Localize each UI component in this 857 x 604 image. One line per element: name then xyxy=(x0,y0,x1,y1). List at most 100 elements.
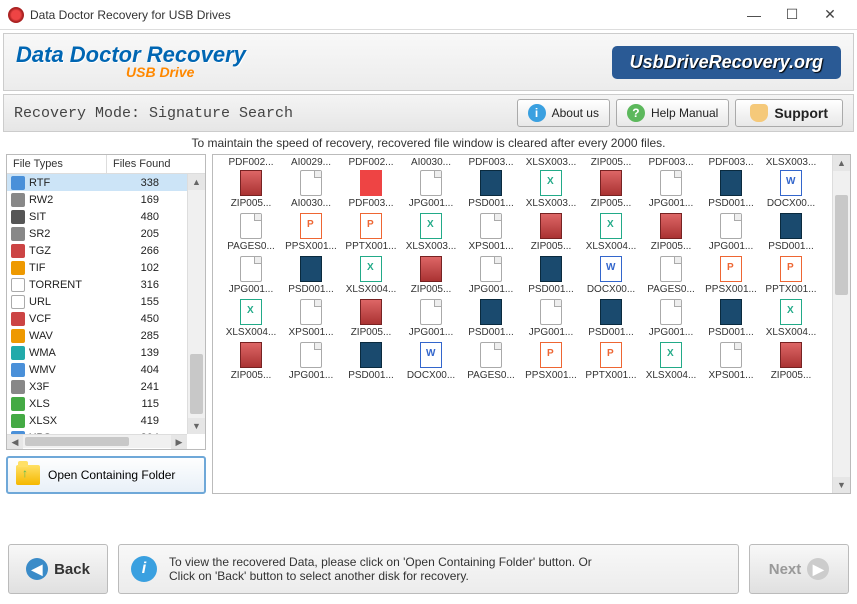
file-item[interactable]: ZIP005... xyxy=(581,170,641,209)
file-item[interactable]: PSD001... xyxy=(461,170,521,209)
file-type-row[interactable]: SIT480 xyxy=(7,208,187,225)
file-item[interactable]: PPTX001... xyxy=(581,342,641,381)
file-item[interactable]: PAGES0... xyxy=(461,342,521,381)
file-item[interactable]: PSD001... xyxy=(281,256,341,295)
file-item[interactable]: PPTX001... xyxy=(341,213,401,252)
file-item[interactable]: XPS001... xyxy=(701,342,761,381)
file-type-row[interactable]: X3F241 xyxy=(7,378,187,395)
file-item[interactable]: PPSX001... xyxy=(701,256,761,295)
file-type-row[interactable]: RW2169 xyxy=(7,191,187,208)
file-item[interactable]: ZIP005... xyxy=(221,342,281,381)
file-item[interactable]: JPG001... xyxy=(401,170,461,209)
file-label: PPSX001... xyxy=(521,370,581,381)
file-item[interactable]: ZIP005... xyxy=(401,256,461,295)
file-type-row[interactable]: XLSX419 xyxy=(7,412,187,429)
file-item[interactable]: DOCX00... xyxy=(401,342,461,381)
file-item[interactable]: PAGES0... xyxy=(221,213,281,252)
file-item[interactable]: JPG001... xyxy=(401,299,461,338)
file-type-row[interactable]: URL155 xyxy=(7,293,187,310)
support-button[interactable]: Support xyxy=(735,99,843,127)
file-item[interactable]: ZIP005... xyxy=(521,213,581,252)
file-item[interactable]: XLSX004... xyxy=(581,213,641,252)
file-item[interactable]: XPS001... xyxy=(281,299,341,338)
scroll-right-icon[interactable]: ▶ xyxy=(171,435,187,449)
file-item[interactable]: PSD001... xyxy=(521,256,581,295)
file-label: XLSX004... xyxy=(221,327,281,338)
file-item[interactable]: PAGES0... xyxy=(641,256,701,295)
file-item[interactable]: PPSX001... xyxy=(281,213,341,252)
scroll-left-icon[interactable]: ◀ xyxy=(7,435,23,449)
file-item[interactable]: XLSX003... xyxy=(401,213,461,252)
scroll-thumb[interactable] xyxy=(190,354,203,414)
about-button[interactable]: i About us xyxy=(517,99,610,127)
file-item[interactable]: ZIP005... xyxy=(761,342,821,381)
scroll-up-icon[interactable]: ▲ xyxy=(188,174,205,190)
file-item[interactable]: JPG001... xyxy=(521,299,581,338)
file-item[interactable]: ZIP005... xyxy=(221,170,281,209)
files-vscroll[interactable]: ▲ ▼ xyxy=(832,155,850,493)
file-item[interactable]: JPG001... xyxy=(641,170,701,209)
file-type-row[interactable]: TORRENT316 xyxy=(7,276,187,293)
filetype-count: 480 xyxy=(107,211,183,223)
file-type-row[interactable]: SR2205 xyxy=(7,225,187,242)
file-item[interactable]: PSD001... xyxy=(701,170,761,209)
file-type-row[interactable]: WMV404 xyxy=(7,361,187,378)
file-type-row[interactable]: WAV285 xyxy=(7,327,187,344)
file-item[interactable]: DOCX00... xyxy=(581,256,641,295)
files-scroll-down-icon[interactable]: ▼ xyxy=(833,477,850,493)
file-item[interactable]: XLSX003... xyxy=(521,170,581,209)
file-item[interactable]: AI0030... xyxy=(281,170,341,209)
file-label: AI0030... xyxy=(281,198,341,209)
maximize-button[interactable]: ☐ xyxy=(773,1,811,29)
file-type-row[interactable]: TGZ266 xyxy=(7,242,187,259)
sidebar-hscroll[interactable]: ◀ ▶ xyxy=(7,434,187,448)
back-button[interactable]: ◀ Back xyxy=(8,544,108,594)
files-scroll-up-icon[interactable]: ▲ xyxy=(833,155,850,171)
file-type-row[interactable]: XLS115 xyxy=(7,395,187,412)
file-type-row[interactable]: WMA139 xyxy=(7,344,187,361)
file-item[interactable]: JPG001... xyxy=(641,299,701,338)
file-label: PSD001... xyxy=(761,241,821,252)
header-banner: Data Doctor Recovery USB Drive UsbDriveR… xyxy=(3,33,854,91)
file-item[interactable]: PPTX001... xyxy=(761,256,821,295)
file-type-row[interactable]: TIF102 xyxy=(7,259,187,276)
close-button[interactable]: ✕ xyxy=(811,1,849,29)
file-item[interactable]: JPG001... xyxy=(281,342,341,381)
file-item[interactable]: JPG001... xyxy=(461,256,521,295)
sidebar-vscroll[interactable]: ▲ ▼ xyxy=(187,174,205,434)
file-item[interactable]: PSD001... xyxy=(701,299,761,338)
file-type-row[interactable]: RTF338 xyxy=(7,174,187,191)
file-item[interactable]: JPG001... xyxy=(221,256,281,295)
file-item[interactable]: ZIP005... xyxy=(341,299,401,338)
file-item[interactable]: PSD001... xyxy=(461,299,521,338)
file-item[interactable]: XLSX004... xyxy=(221,299,281,338)
file-icon xyxy=(240,213,262,239)
help-button[interactable]: ? Help Manual xyxy=(616,99,729,127)
scroll-down-icon[interactable]: ▼ xyxy=(188,418,205,434)
files-scroll-thumb[interactable] xyxy=(835,195,848,295)
file-item[interactable]: PSD001... xyxy=(761,213,821,252)
file-item[interactable]: XLSX004... xyxy=(341,256,401,295)
file-item[interactable]: XLSX004... xyxy=(641,342,701,381)
file-type-row[interactable]: VCF450 xyxy=(7,310,187,327)
file-icon xyxy=(300,213,322,239)
hscroll-thumb[interactable] xyxy=(25,437,129,446)
file-item[interactable]: ZIP005... xyxy=(641,213,701,252)
file-item[interactable]: PSD001... xyxy=(581,299,641,338)
col-files-found[interactable]: Files Found xyxy=(107,155,187,173)
file-item[interactable]: PDF003... xyxy=(341,170,401,209)
col-file-types[interactable]: File Types xyxy=(7,155,107,173)
next-button[interactable]: Next ▶ xyxy=(749,544,849,594)
file-icon xyxy=(240,256,262,282)
file-item[interactable]: PSD001... xyxy=(341,342,401,381)
open-containing-folder-button[interactable]: Open Containing Folder xyxy=(6,456,206,494)
file-item[interactable]: PPSX001... xyxy=(521,342,581,381)
file-icon xyxy=(420,256,442,282)
filetype-count: 404 xyxy=(107,364,183,376)
minimize-button[interactable]: — xyxy=(735,1,773,29)
file-item[interactable]: JPG001... xyxy=(701,213,761,252)
file-item[interactable]: XPS001... xyxy=(461,213,521,252)
file-item[interactable]: DOCX00... xyxy=(761,170,821,209)
file-label: XLSX003... xyxy=(521,198,581,209)
file-item[interactable]: XLSX004... xyxy=(761,299,821,338)
